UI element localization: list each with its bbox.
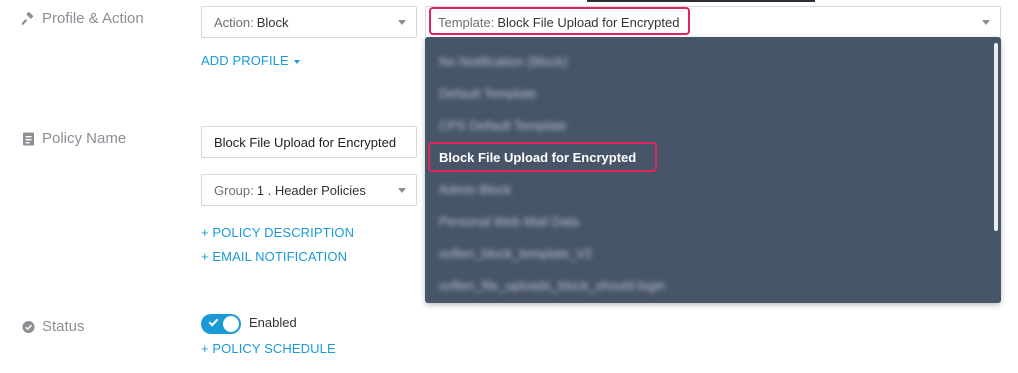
toggle-knob (223, 316, 239, 332)
add-profile-button[interactable]: ADD PROFILE (201, 53, 300, 68)
status-label-text: Status (42, 318, 85, 335)
action-select-value: Block (256, 14, 289, 30)
profile-action-label: Profile & Action (22, 10, 144, 27)
group-select-value: 1 . Header Policies (256, 182, 366, 198)
chevron-down-icon (982, 20, 990, 25)
email-notification-link[interactable]: + EMAIL NOTIFICATION (201, 249, 347, 264)
caret-down-icon (293, 59, 300, 64)
policy-schedule-link[interactable]: + POLICY SCHEDULE (201, 341, 336, 356)
dropdown-option[interactable]: Personal Web Mail Data (439, 212, 579, 232)
action-select[interactable]: Action: Block (201, 6, 417, 38)
action-select-prefix: Action: (214, 14, 254, 30)
top-divider (587, 0, 815, 2)
profile-action-label-text: Profile & Action (42, 10, 144, 27)
template-dropdown-menu: No Notification (Block) Default Template… (425, 37, 1001, 303)
status-toggle[interactable] (201, 314, 241, 334)
dropdown-option[interactable]: soften_file_uploads_block_should.login (439, 276, 665, 296)
dropdown-option[interactable]: Default Template (439, 84, 536, 104)
check-icon (208, 316, 219, 327)
policy-name-label-text: Policy Name (42, 130, 127, 147)
document-icon (23, 132, 34, 145)
status-toggle-label: Enabled (249, 315, 297, 330)
policy-name-label: Policy Name (22, 130, 126, 147)
add-profile-label: ADD PROFILE (201, 53, 289, 68)
dropdown-option[interactable]: Admin Block (439, 180, 511, 200)
policy-name-input[interactable] (201, 126, 417, 158)
dropdown-option-selected[interactable]: Block File Upload for Encrypted (439, 148, 636, 168)
template-select-prefix: Template: (438, 14, 495, 30)
gavel-icon (22, 11, 34, 25)
dropdown-option[interactable]: CPS Default Template (439, 116, 567, 136)
template-select-value: Block File Upload for Encrypted (497, 14, 680, 30)
dropdown-scrollbar[interactable] (994, 43, 998, 231)
group-select-prefix: Group: (214, 182, 254, 198)
group-select[interactable]: Group: 1 . Header Policies (201, 174, 417, 206)
status-label: Status (22, 318, 85, 335)
check-circle-icon (22, 320, 35, 333)
dropdown-option[interactable]: No Notification (Block) (439, 52, 568, 72)
chevron-down-icon (398, 188, 406, 193)
chevron-down-icon (398, 20, 406, 25)
dropdown-option[interactable]: soften_block_template_V2 (439, 244, 592, 264)
template-select[interactable]: Template: Block File Upload for Encrypte… (425, 6, 1001, 38)
policy-description-link[interactable]: + POLICY DESCRIPTION (201, 225, 354, 240)
